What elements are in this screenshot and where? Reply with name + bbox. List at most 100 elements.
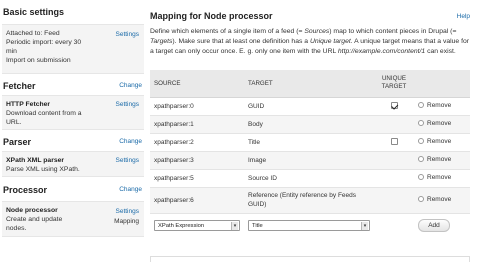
processor-box: Node processor Create and update nodes. … <box>2 201 144 237</box>
import-on-submission-text: Import on submission <box>6 57 71 64</box>
basic-settings-box: Attached to: Feed Periodic import: every… <box>2 24 144 74</box>
table-row: xpathparser:3 Image Remove <box>150 151 470 170</box>
fetcher-settings-link[interactable]: Settings <box>116 100 140 109</box>
remove-checkbox[interactable] <box>418 174 424 181</box>
processor-heading: Processor <box>3 184 48 195</box>
source-select[interactable]: XPath Expression ▾ <box>154 220 240 232</box>
remove-toggle[interactable]: Remove <box>418 174 451 181</box>
remove-toggle[interactable]: Remove <box>418 120 451 127</box>
unique-header-line2: TARGET <box>381 83 407 91</box>
target-select-cell: Title ▾ <box>244 213 374 238</box>
page-title: Mapping for Node processor <box>150 11 273 21</box>
remove-label: Remove <box>427 173 452 181</box>
empty-cell <box>374 213 414 238</box>
remove-checkbox[interactable] <box>418 156 424 163</box>
processor-mapping-label: Mapping <box>114 218 139 225</box>
unique-target-column-header: UNIQUE TARGET <box>374 70 414 98</box>
remove-toggle[interactable]: Remove <box>418 138 451 145</box>
basic-settings-header: Basic settings <box>0 4 146 19</box>
unique-target-checkbox[interactable] <box>390 138 398 146</box>
source-cell: xpathparser:5 <box>150 169 244 188</box>
source-cell: xpathparser:0 <box>150 97 244 116</box>
parser-change-link[interactable]: Change <box>119 138 142 145</box>
desc-part: Define which elements of a single item o… <box>150 28 305 35</box>
desc-targets-term: Targets <box>150 38 173 45</box>
processor-change-link[interactable]: Change <box>119 186 142 193</box>
add-button-cell: Add <box>414 213 470 238</box>
chevron-down-icon: ▾ <box>361 221 368 230</box>
source-select-value: XPath Expression <box>158 222 205 229</box>
unique-target-checkbox[interactable] <box>390 102 398 110</box>
main-content: Mapping for Node processor Help Define w… <box>150 0 480 262</box>
table-row: xpathparser:5 Source ID Remove <box>150 169 470 188</box>
remove-cell: Remove <box>414 115 470 134</box>
mapping-table: SOURCE TARGET UNIQUE TARGET xpathparser:… <box>150 70 470 238</box>
table-row: xpathparser:6 Reference (Entity referenc… <box>150 187 470 214</box>
add-mapping-row: XPath Expression ▾ Title ▾ Add <box>150 213 470 238</box>
remove-column-header <box>414 70 470 98</box>
source-cell: xpathparser:3 <box>150 151 244 170</box>
table-header-row: SOURCE TARGET UNIQUE TARGET <box>150 70 470 98</box>
target-cell: Source ID <box>244 169 374 188</box>
target-line2: GUID) <box>248 201 267 208</box>
desc-sources-term: Sources <box>304 28 330 35</box>
remove-label: Remove <box>427 101 452 109</box>
remove-cell: Remove <box>414 133 470 152</box>
fetcher-header: Fetcher Change <box>0 78 146 93</box>
desc-unique-term: Unique target <box>309 38 351 45</box>
remove-label: Remove <box>427 155 452 163</box>
unique-cell <box>374 115 414 134</box>
parser-settings-link[interactable]: Settings <box>116 156 140 165</box>
remove-label: Remove <box>427 119 452 127</box>
desc-part: ). Make sure that at least one definitio… <box>172 38 310 45</box>
unique-cell <box>374 169 414 188</box>
remove-toggle[interactable]: Remove <box>418 102 451 109</box>
source-cell: xpathparser:6 <box>150 187 244 214</box>
target-cell: Body <box>244 115 374 134</box>
source-cell: xpathparser:2 <box>150 133 244 152</box>
remove-toggle[interactable]: Remove <box>418 156 451 163</box>
add-button[interactable]: Add <box>418 219 450 233</box>
remove-checkbox[interactable] <box>418 196 424 203</box>
source-select-cell: XPath Expression ▾ <box>150 213 244 238</box>
fetcher-desc-line2: URL. <box>6 119 22 126</box>
target-cell: GUID <box>244 97 374 116</box>
unique-cell <box>374 187 414 214</box>
desc-part: can exist. <box>425 48 456 55</box>
basic-settings-link[interactable]: Settings <box>116 30 140 39</box>
remove-cell: Remove <box>414 169 470 188</box>
remove-label: Remove <box>427 195 452 203</box>
processor-settings-link[interactable]: Settings <box>116 207 140 216</box>
remove-cell: Remove <box>414 97 470 116</box>
target-cell: Reference (Entity reference by Feeds GUI… <box>244 187 374 214</box>
fetcher-change-link[interactable]: Change <box>119 82 142 89</box>
fetcher-box: HTTP Fetcher Download content from a URL… <box>2 95 144 130</box>
remove-checkbox[interactable] <box>418 120 424 127</box>
parser-desc: Parse XML using XPath. <box>6 166 80 173</box>
mapping-description: Define which elements of a single item o… <box>150 27 472 57</box>
unique-cell <box>374 151 414 170</box>
unique-cell <box>374 133 414 152</box>
target-select-value: Title <box>252 222 263 229</box>
unique-cell <box>374 97 414 116</box>
remove-toggle[interactable]: Remove <box>418 195 451 204</box>
target-cell: Image <box>244 151 374 170</box>
table-row: xpathparser:1 Body Remove <box>150 115 470 134</box>
desc-part: ) map to which content pieces in Drupal … <box>329 28 457 35</box>
remove-checkbox[interactable] <box>418 138 424 145</box>
parser-header: Parser Change <box>0 134 146 149</box>
remove-label: Remove <box>427 137 452 145</box>
target-select[interactable]: Title ▾ <box>248 220 370 232</box>
source-column-header: SOURCE <box>150 70 244 98</box>
sidebar: Basic settings Attached to: Feed Periodi… <box>0 0 148 262</box>
periodic-import-unit: min <box>6 48 17 55</box>
parser-box: XPath XML parser Parse XML using XPath. … <box>2 151 144 177</box>
remove-checkbox[interactable] <box>418 102 424 109</box>
next-section-frame <box>150 256 470 262</box>
processor-header: Processor Change <box>0 182 146 197</box>
parser-heading: Parser <box>3 136 32 147</box>
fetcher-desc-line1: Download content from a <box>6 110 82 117</box>
help-link[interactable]: Help <box>457 13 470 20</box>
remove-cell: Remove <box>414 187 470 214</box>
periodic-import-text: Periodic import: every 30 <box>6 39 82 46</box>
